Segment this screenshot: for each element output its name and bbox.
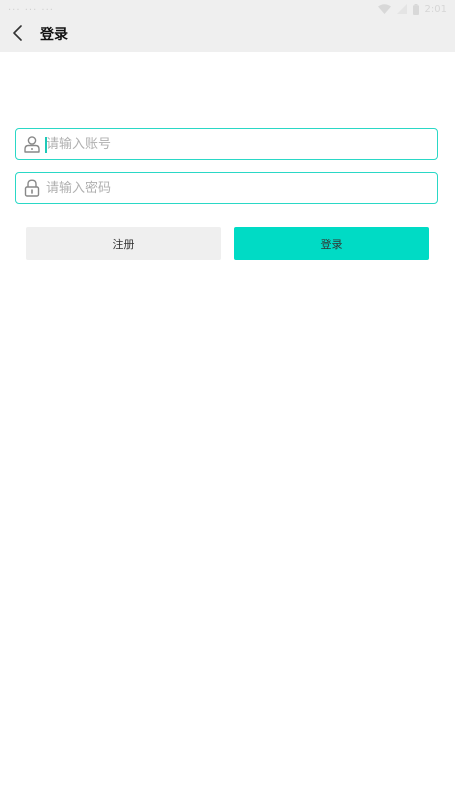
chevron-left-icon [12, 25, 24, 45]
back-button[interactable] [6, 23, 30, 47]
page-title: 登录 [40, 27, 68, 43]
app-bar: 登录 [0, 18, 455, 52]
account-input[interactable] [44, 129, 426, 159]
register-button[interactable]: 注册 [26, 227, 221, 260]
status-indicators: 2:01 [377, 2, 447, 16]
user-icon [23, 135, 41, 153]
password-field[interactable] [15, 172, 438, 204]
status-notifications: ... ... ... [8, 2, 54, 13]
status-bar: ... ... ... 2:01 [0, 0, 455, 18]
signal-icon [396, 4, 407, 14]
lock-icon [23, 179, 41, 197]
wifi-icon [377, 4, 391, 14]
battery-icon [412, 3, 419, 15]
password-input[interactable] [44, 173, 426, 203]
text-cursor [45, 137, 47, 153]
status-time: 2:01 [424, 3, 447, 15]
login-button[interactable]: 登录 [234, 227, 429, 260]
account-field[interactable] [15, 128, 438, 160]
